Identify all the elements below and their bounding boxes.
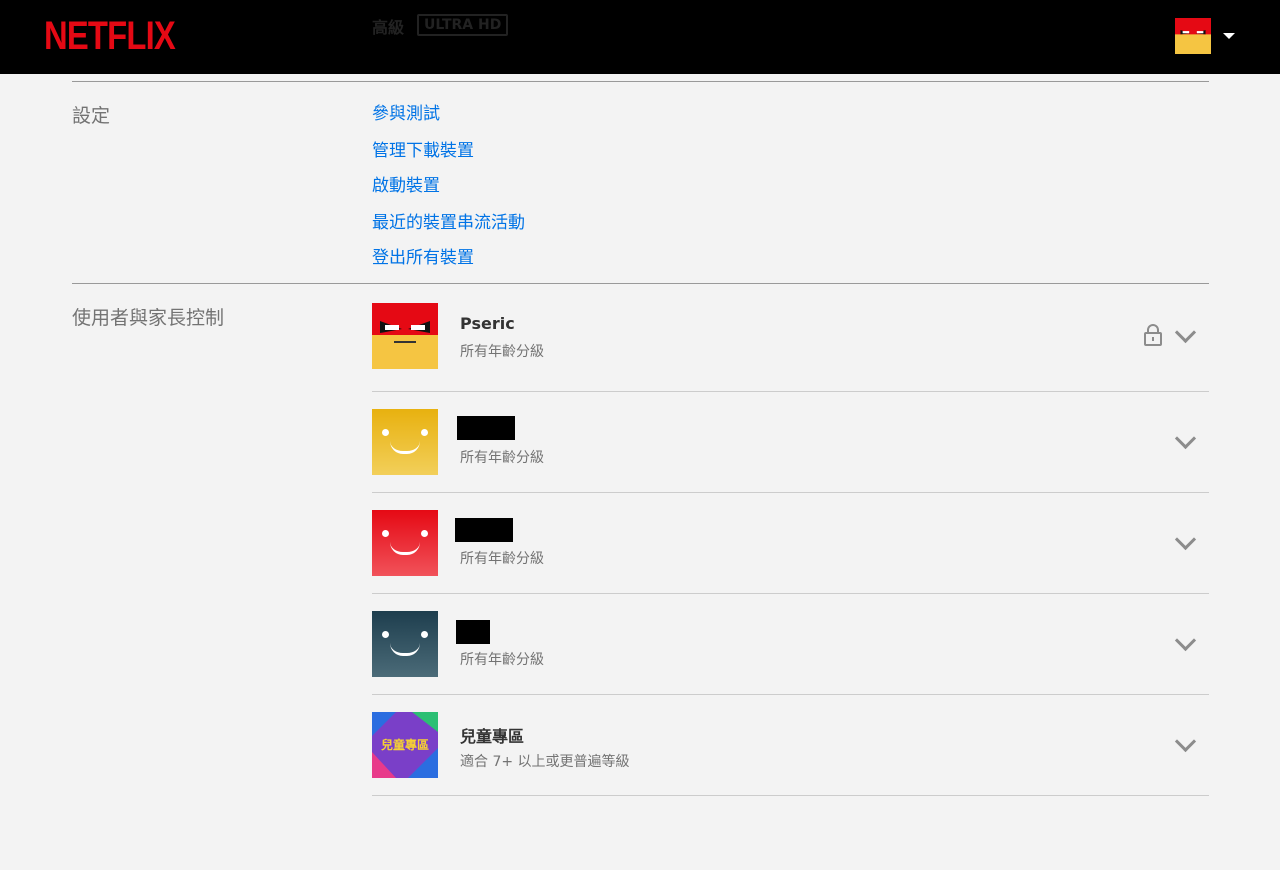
redacted-name: [456, 620, 490, 644]
link-recent-streaming-activity[interactable]: 最近的裝置串流活動: [372, 208, 525, 233]
avatar-smile: [390, 441, 420, 454]
profile-row[interactable]: 所有年齡分級: [372, 409, 1209, 493]
avatar-smile: [390, 542, 420, 555]
kids-avatar-label: 兒童專區: [380, 738, 429, 752]
profile-name: 兒童專區: [460, 727, 525, 746]
profile-row[interactable]: Pseric 所有年齡分級: [372, 303, 1209, 392]
caret-down-icon[interactable]: [1223, 33, 1235, 39]
redacted-name: [457, 416, 515, 440]
avatar-smile: [390, 643, 420, 656]
avatar-eye: [382, 631, 389, 638]
avatar-eye: [382, 530, 389, 537]
avatar-eye: [382, 429, 389, 436]
plan-badge: ULTRA HD: [417, 14, 509, 36]
profile-avatar: [372, 409, 438, 475]
row-divider: [372, 593, 1209, 594]
link-sign-out-all-devices[interactable]: 登出所有裝置: [372, 243, 474, 268]
profile-avatar: [372, 510, 438, 576]
row-divider: [372, 492, 1209, 493]
chevron-down-icon[interactable]: [1174, 528, 1197, 551]
profile-row[interactable]: 兒童專區 兒童專區 適合 7+ 以上或更普遍等級: [372, 712, 1209, 796]
profile-rating: 適合 7+ 以上或更普遍等級: [460, 754, 630, 770]
profiles-section-title: 使用者與家長控制: [72, 307, 225, 329]
avatar-eye: [421, 530, 428, 537]
chevron-down-icon[interactable]: [1174, 321, 1197, 344]
section-divider: [72, 81, 1209, 82]
chevron-down-icon[interactable]: [1174, 427, 1197, 450]
profile-avatar: [372, 303, 438, 369]
account-avatar[interactable]: [1175, 18, 1211, 54]
link-activate-device[interactable]: 啟動裝置: [372, 171, 440, 196]
settings-title: 設定: [72, 105, 111, 127]
link-manage-download-devices[interactable]: 管理下載裝置: [372, 136, 474, 161]
avatar-eye: [421, 429, 428, 436]
chevron-down-icon[interactable]: [1174, 629, 1197, 652]
chevron-down-icon[interactable]: [1174, 730, 1197, 753]
avatar-eye: [421, 631, 428, 638]
profile-rating: 所有年齡分級: [460, 551, 544, 567]
row-divider: [372, 795, 1209, 796]
profile-row[interactable]: 所有年齡分級: [372, 510, 1209, 594]
section-divider: [72, 283, 1209, 284]
redacted-name: [455, 518, 513, 542]
netflix-logo[interactable]: NETFLIX: [44, 14, 176, 59]
row-divider: [372, 694, 1209, 695]
link-test-participation[interactable]: 參與測試: [372, 99, 440, 124]
profile-rating: 所有年齡分級: [460, 344, 544, 360]
profile-name: Pseric: [460, 314, 515, 333]
profile-row[interactable]: 所有年齡分級: [372, 611, 1209, 695]
top-header: NETFLIX 高級 ULTRA HD: [0, 0, 1280, 74]
profile-avatar: [372, 611, 438, 677]
plan-label: 高級: [372, 18, 405, 37]
row-divider: [372, 391, 1209, 392]
kids-profile-avatar: 兒童專區: [372, 712, 438, 778]
profile-rating: 所有年齡分級: [460, 652, 544, 668]
lock-icon: [1144, 324, 1162, 346]
profile-rating: 所有年齡分級: [460, 450, 544, 466]
